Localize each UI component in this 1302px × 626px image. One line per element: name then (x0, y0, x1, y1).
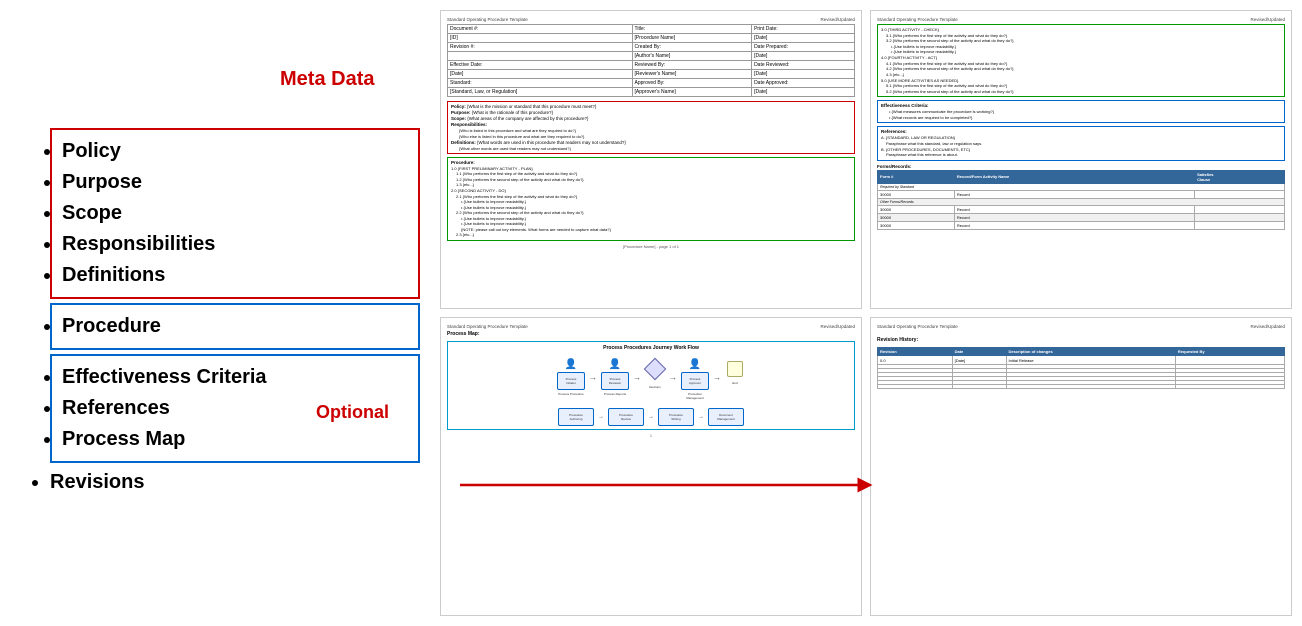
flow-sub-1: ProcedureAuthoring (558, 408, 594, 426)
bullet-revisions: Revisions (50, 467, 420, 498)
procedure-section: Procedure (50, 303, 420, 350)
page4-title: Standard Operating Procedure Template (877, 324, 958, 329)
doc-header-table: Document #:Title:Print Date: [ID][Proced… (447, 24, 855, 97)
green-continued: 3.0 {THIRD ACTIVITY - CHECK} 3.1 {Who pe… (877, 24, 1285, 97)
page3-subtitle: Revised/Updated (820, 324, 855, 329)
page2-header: Standard Operating Procedure Template Re… (877, 17, 1285, 22)
rev-cell-version: 0.0 (878, 356, 953, 365)
forms-table: Form # Record/Form Activity Name Satisfi… (877, 170, 1285, 230)
forms-section: Forms/Records: Form # Record/Form Activi… (877, 164, 1285, 230)
bullet-purpose: Purpose (62, 167, 408, 198)
page3-title: Standard Operating Procedure Template (447, 324, 528, 329)
procedure-section-box: Procedure: 1.0 {FIRST PRELIMINARY ACTIVI… (447, 157, 855, 241)
rev-col-description: Description of changes (1006, 348, 1175, 356)
bullet-effectiveness: Effectiveness Criteria (62, 362, 408, 393)
doc-page-4: Standard Operating Procedure Template Re… (870, 317, 1292, 616)
flow-sub-4: DocumentManagement (708, 408, 744, 426)
bullet-procedure: Procedure (62, 311, 408, 342)
flow-title: Process Procedures Journey Work Flow (451, 345, 851, 351)
revision-history-label: Revision History: (877, 337, 1285, 343)
meta-data-section: Policy Purpose Scope Responsibilities De… (50, 128, 420, 299)
rev-col-revision: Revision (878, 348, 953, 356)
process-map-label: Process Map: (447, 331, 855, 337)
bullet-process-map: Process Map (62, 424, 408, 455)
doc-page-2: Standard Operating Procedure Template Re… (870, 10, 1292, 309)
flow-person-2: 👤 ProcessReviewer Process Reports (601, 359, 629, 396)
flow-person-3: 👤 ProcessApprover ProcedureManagement (681, 359, 709, 400)
page1-subtitle: Revised/Updated (820, 17, 855, 22)
rev-cell-requested (1175, 356, 1284, 365)
rev-row-7 (878, 385, 1285, 389)
flow-person-1: 👤 ProcessInitiator Process Procedure (557, 359, 585, 396)
rev-col-requested: Requested By (1175, 348, 1284, 356)
page4-subtitle: Revised/Updated (1250, 324, 1285, 329)
optional-label: Optional (316, 402, 389, 423)
page1-header: Standard Operating Procedure Template Re… (447, 17, 855, 22)
flow-sub-2: ProcedureReview (608, 408, 644, 426)
rev-cell-date: [Date] (952, 356, 1006, 365)
flow-sub-3: ProcedureWriting (658, 408, 694, 426)
bullet-definitions: Definitions (62, 260, 408, 291)
page2-subtitle: Revised/Updated (1250, 17, 1285, 22)
policy-section-box: Policy: {What is the mission or standard… (447, 101, 855, 154)
references-section-box: References: A. {STANDARD, LAW OR REGULAT… (877, 126, 1285, 161)
doc-page-1: Standard Operating Procedure Template Re… (440, 10, 862, 309)
page3-header: Standard Operating Procedure Template Re… (447, 324, 855, 329)
process-map-box: Process Procedures Journey Work Flow 👤 P… (447, 341, 855, 430)
revision-table: Revision Date Description of changes Req… (877, 347, 1285, 389)
meta-data-label: Meta Data (280, 68, 374, 91)
main-bullet-list: Policy Purpose Scope Responsibilities De… (20, 128, 420, 498)
left-panel: Policy Purpose Scope Responsibilities De… (0, 0, 430, 626)
bullet-policy: Policy (62, 136, 408, 167)
effectiveness-section-box: Effectiveness Criteria: • {What measures… (877, 100, 1285, 123)
rev-row-1: 0.0 [Date] Initial Release (878, 356, 1285, 365)
flow-end: End (725, 359, 745, 385)
page2-title: Standard Operating Procedure Template (877, 17, 958, 22)
rev-col-date: Date (952, 348, 1006, 356)
doc-page-3: Standard Operating Procedure Template Re… (440, 317, 862, 616)
rev-cell-description: Initial Release (1006, 356, 1175, 365)
page1-title: Standard Operating Procedure Template (447, 17, 528, 22)
page4-header: Standard Operating Procedure Template Re… (877, 324, 1285, 329)
bullet-scope: Scope (62, 198, 408, 229)
bullet-responsibilities: Responsibilities (62, 229, 408, 260)
flow-diamond: Decision (645, 359, 665, 389)
right-panel: Standard Operating Procedure Template Re… (430, 0, 1302, 626)
